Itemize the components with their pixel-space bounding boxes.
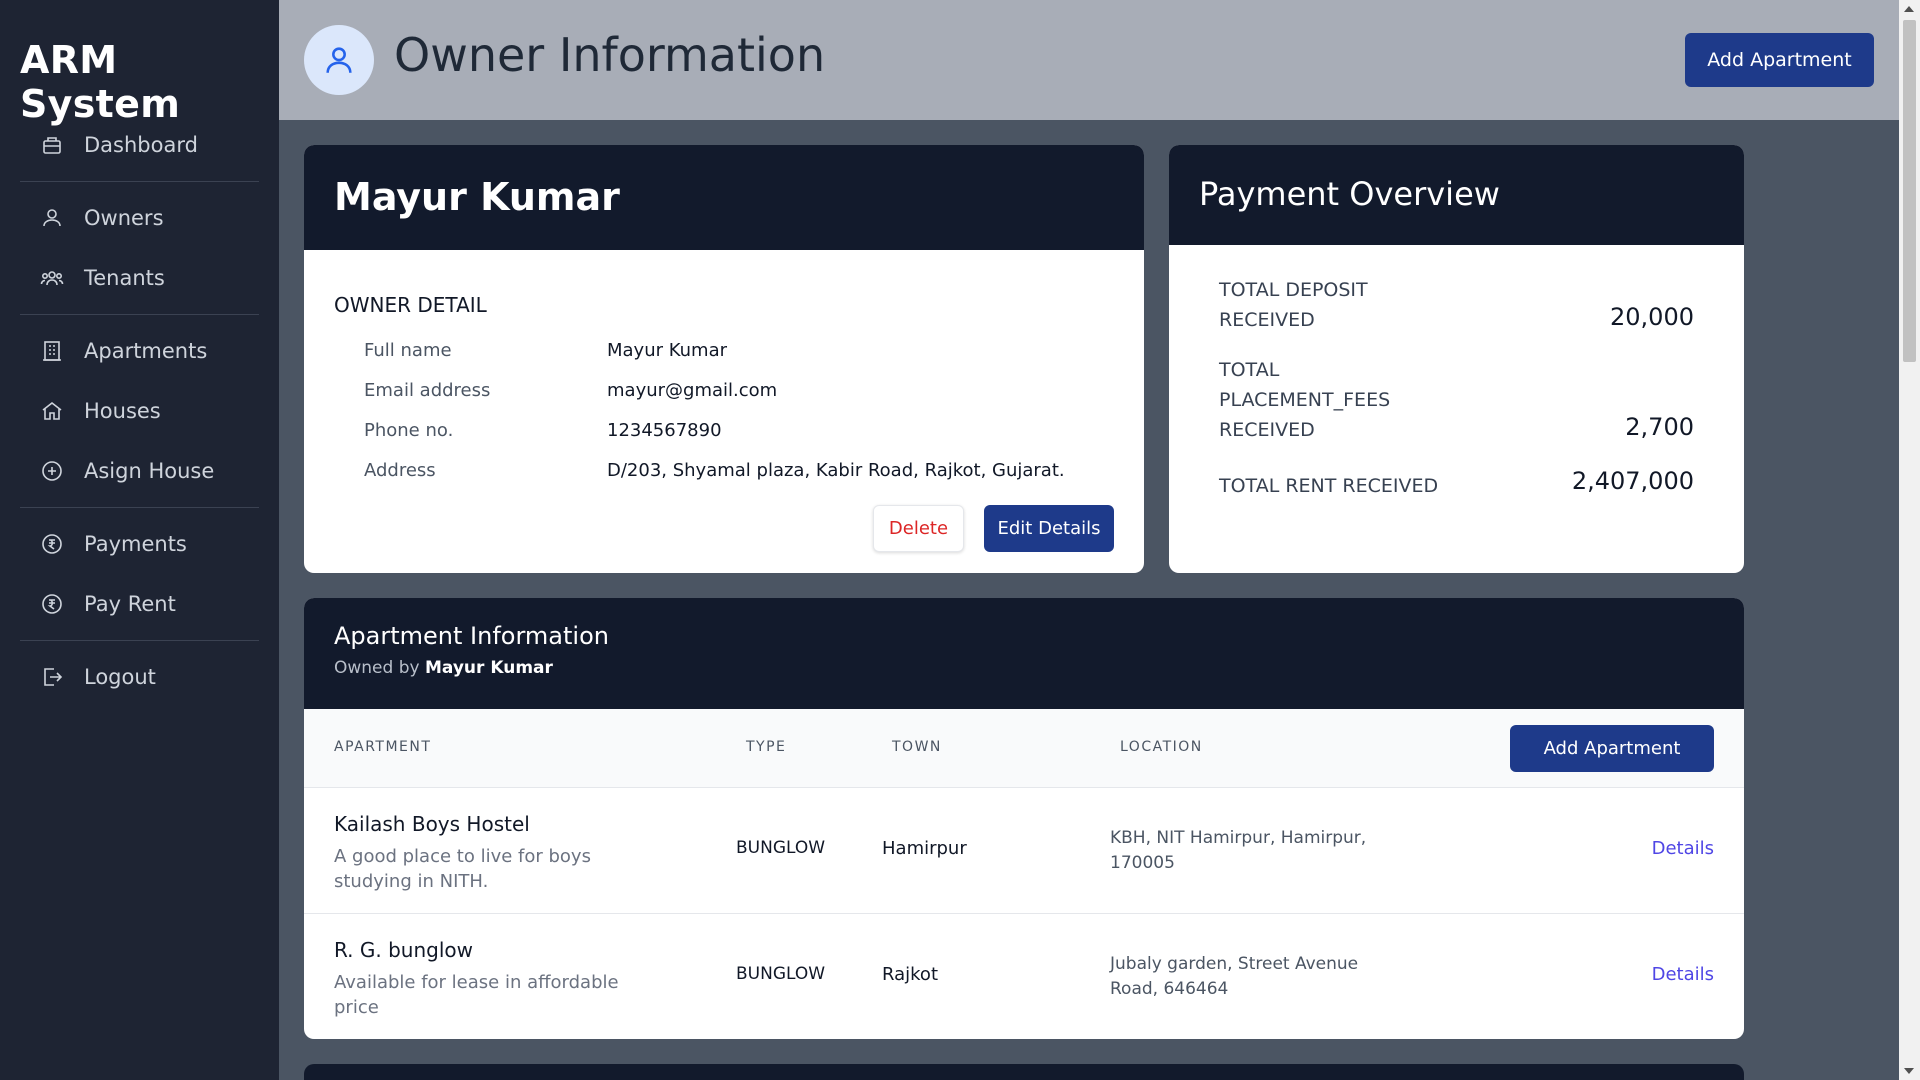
sidebar-item-label: Asign House bbox=[84, 459, 215, 483]
detail-row-phone: Phone no. 1234567890 bbox=[364, 420, 722, 441]
column-header-town: TOWN bbox=[892, 739, 942, 755]
sidebar-item-label: Dashboard bbox=[84, 133, 198, 157]
table-header: APARTMENT TYPE TOWN LOCATION Add Apartme… bbox=[304, 709, 1744, 788]
sidebar-item-houses[interactable]: Houses bbox=[20, 381, 259, 441]
rent-label: TOTAL RENT RECEIVED bbox=[1219, 475, 1439, 497]
detail-label: Phone no. bbox=[364, 420, 454, 441]
rupee-circle-icon bbox=[40, 592, 64, 616]
detail-label: Full name bbox=[364, 340, 452, 361]
detail-row-address: Address D/203, Shyamal plaza, Kabir Road… bbox=[364, 460, 1065, 481]
edit-details-button[interactable]: Edit Details bbox=[984, 505, 1114, 552]
detail-value: 1234567890 bbox=[607, 420, 722, 441]
column-header-type: TYPE bbox=[746, 739, 787, 755]
payment-overview-title: Payment Overview bbox=[1169, 145, 1744, 245]
nav-group-payments: Payments Pay Rent bbox=[20, 508, 259, 641]
delete-button[interactable]: Delete bbox=[873, 505, 964, 552]
scroll-thumb[interactable] bbox=[1903, 20, 1916, 362]
apartment-town: Hamirpur bbox=[882, 838, 967, 859]
sidebar-item-label: Houses bbox=[84, 399, 161, 423]
detail-value: mayur@gmail.com bbox=[607, 380, 778, 401]
sidebar-item-apartments[interactable]: Apartments bbox=[20, 321, 259, 381]
scrollbar[interactable] bbox=[1899, 0, 1920, 1080]
logout-icon bbox=[40, 665, 64, 689]
deposit-label: TOTAL DEPOSIT RECEIVED bbox=[1219, 275, 1368, 335]
sidebar-item-label: Logout bbox=[84, 665, 156, 689]
sidebar: ARM System Dashboard Owners Tenants Apar… bbox=[0, 0, 279, 1080]
sidebar-item-asign-house[interactable]: Asign House bbox=[20, 441, 259, 501]
nav-group-people: Owners Tenants bbox=[20, 182, 259, 315]
sidebar-item-logout[interactable]: Logout bbox=[20, 647, 259, 707]
table-add-apartment-button[interactable]: Add Apartment bbox=[1510, 725, 1714, 772]
table-row: R. G. bunglow Available for lease in aff… bbox=[304, 914, 1744, 1039]
rent-value: 2,407,000 bbox=[1571, 467, 1694, 495]
sidebar-item-tenants[interactable]: Tenants bbox=[20, 248, 259, 308]
avatar bbox=[304, 25, 374, 95]
app-title: ARM System bbox=[20, 38, 181, 126]
add-apartment-button[interactable]: Add Apartment bbox=[1685, 33, 1874, 87]
sidebar-item-payments[interactable]: Payments bbox=[20, 514, 259, 574]
apartment-town: Rajkot bbox=[882, 964, 938, 985]
placement-fees-value: 2,700 bbox=[1625, 413, 1694, 441]
apartment-location: KBH, NIT Hamirpur, Hamirpur, 170005 bbox=[1110, 828, 1367, 873]
column-header-location: LOCATION bbox=[1120, 739, 1203, 755]
users-icon bbox=[40, 206, 64, 230]
sidebar-item-label: Apartments bbox=[84, 339, 208, 363]
owned-by-prefix: Owned by bbox=[334, 658, 420, 678]
scroll-down-arrow-icon[interactable] bbox=[1904, 1068, 1914, 1074]
apartment-type: BUNGLOW bbox=[736, 964, 826, 984]
sidebar-item-label: Owners bbox=[84, 206, 164, 230]
owner-card: Mayur Kumar OWNER DETAIL Full name Mayur… bbox=[304, 145, 1144, 573]
apartment-description: A good place to live for boys studying i… bbox=[334, 846, 591, 892]
plus-circle-icon bbox=[40, 459, 64, 483]
payment-overview-card: Payment Overview TOTAL DEPOSIT RECEIVED … bbox=[1169, 145, 1744, 573]
deposit-label-line: RECEIVED bbox=[1219, 309, 1315, 331]
rupee-circle-icon bbox=[40, 532, 64, 556]
scroll-up-arrow-icon[interactable] bbox=[1904, 6, 1914, 12]
nav-group-property: Apartments Houses Asign House bbox=[20, 315, 259, 508]
sidebar-item-pay-rent[interactable]: Pay Rent bbox=[20, 574, 259, 634]
building-icon bbox=[40, 339, 64, 363]
page-title: Owner Information bbox=[394, 28, 826, 82]
apartment-name: Kailash Boys Hostel bbox=[334, 812, 530, 836]
apartment-name: R. G. bunglow bbox=[334, 938, 474, 962]
apartment-card-header: Apartment Information Owned by Mayur Kum… bbox=[304, 598, 1744, 709]
apartment-card-title: Apartment Information bbox=[334, 622, 609, 650]
owned-by-text: Owned by Mayur Kumar bbox=[334, 658, 1714, 678]
owner-detail-heading: OWNER DETAIL bbox=[334, 293, 487, 317]
placement-label-line: RECEIVED bbox=[1219, 419, 1315, 441]
nav-group-account: Logout bbox=[20, 641, 259, 713]
user-group-icon bbox=[40, 266, 64, 290]
apartment-information-card: Apartment Information Owned by Mayur Kum… bbox=[304, 598, 1744, 1039]
sidebar-item-label: Pay Rent bbox=[84, 592, 176, 616]
table-row: Kailash Boys Hostel A good place to live… bbox=[304, 788, 1744, 914]
details-link[interactable]: Details bbox=[1652, 964, 1714, 985]
detail-value: Mayur Kumar bbox=[607, 340, 728, 361]
column-header-apartment: APARTMENT bbox=[334, 739, 432, 755]
detail-value: D/203, Shyamal plaza, Kabir Road, Rajkot… bbox=[607, 460, 1065, 481]
detail-row-full-name: Full name Mayur Kumar bbox=[364, 340, 727, 361]
sidebar-item-owners[interactable]: Owners bbox=[20, 188, 259, 248]
apartment-type: BUNGLOW bbox=[736, 838, 826, 858]
detail-label: Email address bbox=[364, 380, 491, 401]
details-link[interactable]: Details bbox=[1652, 838, 1714, 859]
sidebar-item-label: Payments bbox=[84, 532, 187, 556]
placement-fees-label: TOTAL PLACEMENT_FEES RECEIVED bbox=[1219, 355, 1390, 445]
placement-label-line: TOTAL bbox=[1219, 359, 1280, 381]
sidebar-item-label: Tenants bbox=[84, 266, 165, 290]
user-icon bbox=[326, 47, 352, 73]
detail-row-email: Email address mayur@gmail.com bbox=[364, 380, 777, 401]
top-header: Owner Information Add Apartment bbox=[279, 0, 1899, 120]
owner-name: Mayur Kumar bbox=[304, 145, 1144, 250]
deposit-label-line: TOTAL DEPOSIT bbox=[1219, 279, 1368, 301]
deposit-value: 20,000 bbox=[1610, 303, 1694, 331]
placement-label-line: PLACEMENT_FEES bbox=[1219, 389, 1391, 411]
owned-by-name: Mayur Kumar bbox=[424, 658, 553, 678]
briefcase-icon bbox=[40, 133, 64, 157]
apartment-description: Available for lease in affordable price bbox=[334, 972, 619, 1018]
next-card-header bbox=[304, 1064, 1744, 1080]
home-icon bbox=[40, 399, 64, 423]
apartment-location: Jubaly garden, Street Avenue Road, 64646… bbox=[1110, 954, 1359, 999]
detail-label: Address bbox=[364, 460, 436, 481]
